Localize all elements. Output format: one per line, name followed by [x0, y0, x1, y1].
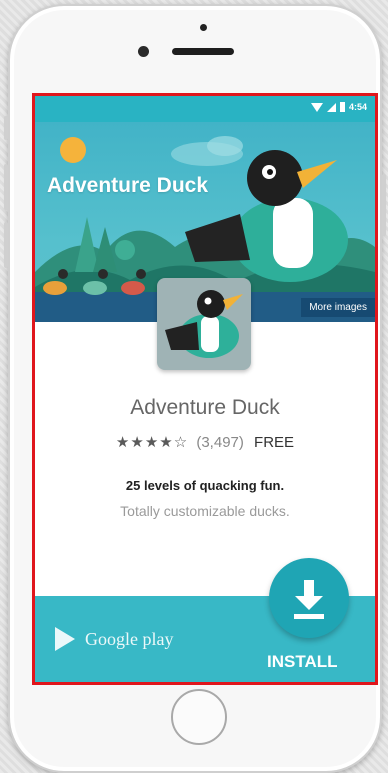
rating-stars-icon: ★★★★☆ — [115, 434, 189, 451]
rating-count: (3,497) — [196, 434, 244, 451]
status-time: 4:54 — [348, 102, 367, 112]
app-name: Adventure Duck — [130, 396, 280, 419]
earpiece-speaker — [172, 48, 234, 55]
status-bar: 4:54 — [35, 96, 375, 122]
google-play-logo[interactable]: Google play — [53, 626, 173, 652]
volume-up-button — [4, 164, 8, 210]
proximity-sensor — [200, 24, 207, 31]
install-label[interactable]: INSTALL — [267, 652, 338, 672]
app-subline: Totally customizable ducks. — [120, 503, 290, 519]
volume-down-button — [4, 222, 8, 268]
price-label: FREE — [254, 434, 295, 451]
more-images-button[interactable]: More images — [301, 298, 375, 317]
download-icon — [294, 580, 324, 619]
duck-icon — [165, 290, 243, 358]
home-button[interactable] — [171, 689, 227, 745]
play-store-icon — [55, 627, 75, 651]
hero-title: Adventure Duck — [47, 174, 209, 197]
google-play-label: Google play — [85, 628, 174, 649]
install-button[interactable] — [269, 558, 349, 638]
power-button — [382, 174, 386, 236]
battery-icon — [339, 102, 345, 112]
rating-row: ★★★★☆ (3,497) FREE — [35, 433, 375, 451]
app-icon — [157, 278, 251, 370]
mute-switch — [4, 116, 8, 140]
wifi-icon — [310, 102, 323, 112]
front-camera-icon — [138, 46, 149, 57]
signal-icon — [326, 102, 336, 112]
app-tagline: 25 levels of quacking fun. — [125, 478, 285, 493]
app-screen: 4:54 Adventure Duck More images Adventur… — [32, 93, 378, 685]
